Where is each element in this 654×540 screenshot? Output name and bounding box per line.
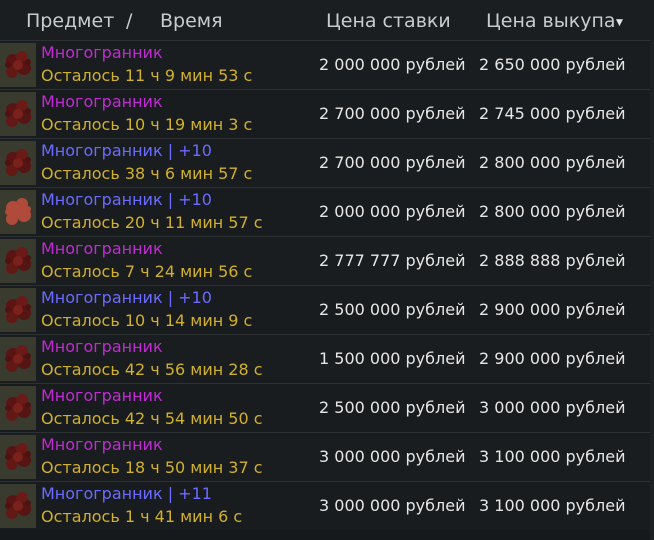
buyout-price: 2 800 000 рублей (479, 202, 626, 221)
item-name: Многогранник (41, 386, 163, 405)
bid-price: 2 500 000 рублей (319, 300, 466, 319)
bid-price: 3 000 000 рублей (319, 447, 466, 466)
lot-row[interactable]: Многогранник Осталось 18 ч 50 мин 37 с 3… (0, 432, 654, 481)
polyhedron-item-icon (0, 141, 36, 185)
lot-row[interactable]: Многогранник | +10 Осталось 10 ч 14 мин … (0, 285, 654, 334)
table-header: Предмет / Время Цена ставки Цена выкупа … (0, 0, 654, 40)
time-left: Осталось 38 ч 6 мин 57 с (41, 164, 253, 183)
bid-price: 2 000 000 рублей (319, 55, 466, 74)
item-name: Многогранник | +10 (41, 190, 212, 209)
bid-price: 3 000 000 рублей (319, 496, 466, 515)
bid-price: 2 500 000 рублей (319, 398, 466, 417)
buyout-price: 2 900 000 рублей (479, 349, 626, 368)
buyout-price: 2 800 000 рублей (479, 153, 626, 172)
lot-row[interactable]: Многогранник Осталось 42 ч 54 мин 50 с 2… (0, 383, 654, 432)
bid-price: 2 700 000 рублей (319, 104, 466, 123)
lot-row[interactable]: Многогранник | +10 Осталось 38 ч 6 мин 5… (0, 138, 654, 187)
polyhedron-item-icon (0, 386, 36, 430)
bid-price: 2 777 777 рублей (319, 251, 466, 270)
lot-row[interactable]: Многогранник | +10 Осталось 20 ч 11 мин … (0, 187, 654, 236)
bid-price: 1 500 000 рублей (319, 349, 466, 368)
time-left: Осталось 1 ч 41 мин 6 с (41, 507, 243, 526)
bid-price: 2 000 000 рублей (319, 202, 466, 221)
buyout-price: 2 888 888 рублей (479, 251, 626, 270)
item-name: Многогранник (41, 239, 163, 258)
buyout-price: 3 100 000 рублей (479, 496, 626, 515)
auction-panel: Предмет / Время Цена ставки Цена выкупа … (0, 0, 654, 540)
time-left: Осталось 11 ч 9 мин 53 с (41, 66, 253, 85)
item-name: Многогранник (41, 435, 163, 454)
item-name: Многогранник | +11 (41, 484, 212, 503)
polyhedron-item-icon (0, 435, 36, 479)
header-item[interactable]: Предмет (26, 10, 114, 32)
buyout-price: 3 000 000 рублей (479, 398, 626, 417)
lot-row[interactable]: Многогранник Осталось 11 ч 9 мин 53 с 2 … (0, 40, 654, 89)
polyhedron-item-icon (0, 484, 36, 528)
time-left: Осталось 10 ч 19 мин 3 с (41, 115, 253, 134)
item-name: Многогранник (41, 92, 163, 111)
lot-row[interactable]: Многогранник Осталось 7 ч 24 мин 56 с 2 … (0, 236, 654, 285)
scrollbar[interactable] (650, 40, 654, 540)
lot-row[interactable]: Многогранник Осталось 42 ч 56 мин 28 с 1… (0, 334, 654, 383)
time-left: Осталось 42 ч 54 мин 50 с (41, 409, 263, 428)
polyhedron-item-icon (0, 92, 36, 136)
polyhedron-item-icon (0, 239, 36, 283)
time-left: Осталось 10 ч 14 мин 9 с (41, 311, 253, 330)
lot-row[interactable]: Многогранник | +11 Осталось 1 ч 41 мин 6… (0, 481, 654, 530)
buyout-price: 2 650 000 рублей (479, 55, 626, 74)
item-name: Многогранник | +10 (41, 141, 212, 160)
buyout-price: 3 100 000 рублей (479, 447, 626, 466)
polyhedron-item-icon (0, 43, 36, 87)
item-name: Многогранник (41, 337, 163, 356)
polyhedron-item-icon (0, 190, 36, 234)
polyhedron-item-icon (0, 337, 36, 381)
buyout-price: 2 745 000 рублей (479, 104, 626, 123)
header-time[interactable]: Время (160, 10, 223, 32)
sort-down-triangle-icon[interactable]: ▼ (616, 18, 623, 28)
lot-row[interactable]: Многогранник Осталось 10 ч 19 мин 3 с 2 … (0, 89, 654, 138)
item-name: Многогранник (41, 43, 163, 62)
header-separator: / (126, 10, 133, 32)
buyout-price: 2 900 000 рублей (479, 300, 626, 319)
bid-price: 2 700 000 рублей (319, 153, 466, 172)
header-bid-price[interactable]: Цена ставки (326, 10, 451, 32)
item-name: Многогранник | +10 (41, 288, 212, 307)
time-left: Осталось 7 ч 24 мин 56 с (41, 262, 253, 281)
time-left: Осталось 20 ч 11 мин 57 с (41, 213, 263, 232)
polyhedron-item-icon (0, 288, 36, 332)
time-left: Осталось 18 ч 50 мин 37 с (41, 458, 263, 477)
lot-list: Многогранник Осталось 11 ч 9 мин 53 с 2 … (0, 40, 654, 530)
time-left: Осталось 42 ч 56 мин 28 с (41, 360, 263, 379)
header-buyout-price[interactable]: Цена выкупа (486, 10, 616, 32)
